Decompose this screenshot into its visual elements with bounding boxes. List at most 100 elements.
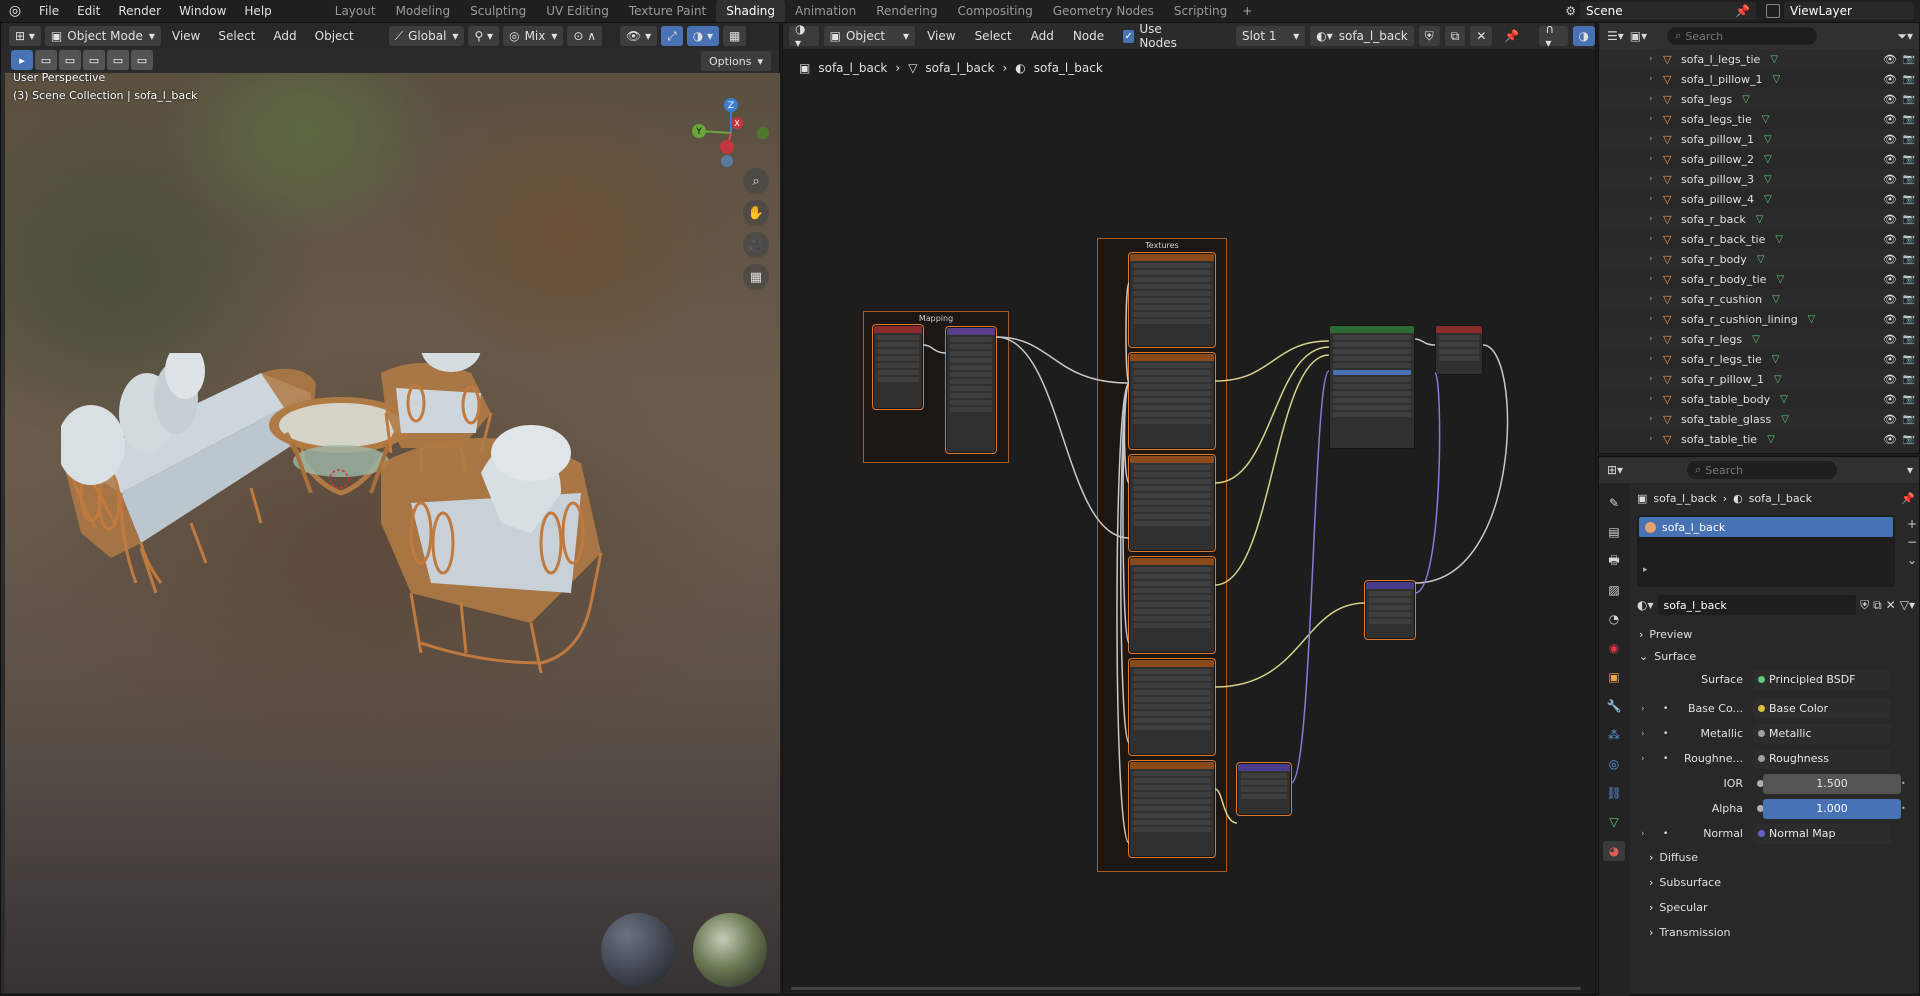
outliner[interactable]: ☰▾ ▣▾ ⌕ Search ⏷▾ › ▽ sofa_l_legs_tie ▽ 👁 📷 › ▽ s… [1598, 22, 1920, 454]
outliner-row[interactable]: › ▽ sofa_pillow_3 ▽ 👁 📷 [1599, 169, 1919, 189]
fake-user-icon[interactable]: ⛨ [1860, 598, 1869, 613]
render-tab-icon[interactable]: ▤ [1603, 522, 1625, 542]
breadcrumb-material[interactable]: sofa_l_back [1034, 61, 1103, 75]
camera-icon[interactable]: 🎥 [743, 232, 769, 258]
visibility-eye-icon[interactable]: 👁 [1883, 193, 1897, 206]
unlink-material-icon[interactable]: ✕ [1470, 26, 1493, 46]
view-layer-selector[interactable]: ViewLayer [1784, 2, 1914, 20]
mesh-data-icon[interactable]: ▽ [1773, 74, 1781, 85]
normal-field[interactable]: Normal Map [1753, 823, 1891, 844]
normal-map-node[interactable] [1236, 762, 1292, 816]
preview-panel-header[interactable]: › Preview [1633, 623, 1919, 645]
outliner-row[interactable]: › ▽ sofa_r_cushion_lining ▽ 👁 📷 [1599, 309, 1919, 329]
select-box-extend-icon[interactable]: ▭ [59, 50, 81, 70]
mesh-data-icon[interactable]: ▽ [1774, 374, 1782, 385]
outliner-row[interactable]: › ▽ sofa_table_body ▽ 👁 📷 [1599, 389, 1919, 409]
material-output-node[interactable] [1435, 325, 1483, 375]
menu-object[interactable]: Object [308, 29, 361, 43]
render-camera-icon[interactable]: 📷 [1903, 214, 1915, 225]
render-camera-icon[interactable]: 📷 [1903, 434, 1915, 445]
pin-icon[interactable]: 📌 [1901, 492, 1915, 505]
base-color-field[interactable]: Base Color [1753, 698, 1891, 719]
visibility-eye-icon[interactable]: 👁 [1883, 73, 1897, 86]
visibility-eye-icon[interactable]: 👁 [1883, 133, 1897, 146]
tab-layout[interactable]: Layout [325, 0, 386, 22]
expand-slot-list-icon[interactable]: ▸ [1643, 565, 1893, 575]
transmission-panel-header[interactable]: › Transmission [1643, 921, 1919, 943]
gizmo-toggle-icon[interactable]: ⤢ [661, 26, 683, 46]
select-box-intersect-icon[interactable]: ▭ [131, 50, 153, 70]
render-camera-icon[interactable]: 📷 [1903, 254, 1915, 265]
outliner-row[interactable]: › ▽ sofa_r_legs ▽ 👁 📷 [1599, 329, 1919, 349]
pin-icon[interactable]: 📌 [1497, 29, 1526, 43]
mesh-data-icon[interactable]: ▽ [1752, 334, 1760, 345]
render-camera-icon[interactable]: 📷 [1903, 154, 1915, 165]
subsurface-panel-header[interactable]: › Subsurface [1643, 871, 1919, 893]
metallic-field[interactable]: Metallic [1753, 723, 1891, 744]
visibility-icon[interactable]: 👁 ▾ [620, 26, 658, 46]
select-tool-icon[interactable]: ▸ [11, 50, 33, 70]
render-camera-icon[interactable]: 📷 [1903, 54, 1915, 65]
outliner-row[interactable]: › ▽ sofa_pillow_1 ▽ 👁 📷 [1599, 129, 1919, 149]
visibility-eye-icon[interactable]: 👁 [1883, 233, 1897, 246]
visibility-eye-icon[interactable]: 👁 [1883, 373, 1897, 386]
outliner-row[interactable]: › ▽ sofa_r_body ▽ 👁 📷 [1599, 249, 1919, 269]
shader-type-dropdown[interactable]: ▣ Object ▾ [823, 26, 916, 46]
overlay-toggle-icon[interactable]: ◑ ▾ [686, 26, 720, 46]
tab-uv-editing[interactable]: UV Editing [536, 0, 619, 22]
chevron-right-icon[interactable]: › [1641, 829, 1645, 839]
outliner-row[interactable]: › ▽ sofa_l_pillow_1 ▽ 👁 📷 [1599, 69, 1919, 89]
visibility-eye-icon[interactable]: 👁 [1883, 313, 1897, 326]
outliner-row[interactable]: › ▽ sofa_r_cushion ▽ 👁 📷 [1599, 289, 1919, 309]
chevron-right-icon[interactable]: › [1641, 754, 1645, 764]
chevron-right-icon[interactable]: › [1641, 704, 1645, 714]
chevron-right-icon[interactable]: › [1649, 214, 1663, 224]
material-name-field[interactable]: sofa_l_back [1657, 595, 1857, 615]
grid-ortho-icon[interactable]: ▦ [743, 264, 769, 290]
chevron-right-icon[interactable]: › [1649, 134, 1663, 144]
mapping-node[interactable] [945, 326, 997, 454]
node-canvas[interactable]: Mapping Textures [783, 83, 1595, 983]
chevron-right-icon[interactable]: › [1649, 174, 1663, 184]
visibility-eye-icon[interactable]: 👁 [1883, 213, 1897, 226]
surface-panel-header[interactable]: ⌄ Surface [1633, 645, 1919, 667]
tab-texture-paint[interactable]: Texture Paint [619, 0, 716, 22]
data-tab-icon[interactable]: ▽ [1603, 812, 1625, 832]
modifier-tab-icon[interactable]: 🔧 [1603, 696, 1625, 716]
image-texture-node-ao[interactable] [1128, 252, 1216, 348]
pan-hand-icon[interactable]: ✋ [743, 200, 769, 226]
mesh-data-icon[interactable]: ▽ [1772, 294, 1780, 305]
blender-logo-icon[interactable]: ◎ [0, 3, 30, 19]
alpha-field[interactable]: 1.000 [1763, 798, 1901, 819]
mesh-data-icon[interactable]: ▽ [1808, 314, 1816, 325]
chevron-right-icon[interactable]: › [1649, 394, 1663, 404]
principled-bsdf-node[interactable] [1329, 325, 1415, 449]
mesh-data-icon[interactable]: ▽ [1772, 354, 1780, 365]
select-box-invert-icon[interactable]: ▭ [107, 50, 129, 70]
editor-type-icon[interactable]: ⊞▾ [1607, 463, 1623, 477]
visibility-eye-icon[interactable]: 👁 [1883, 333, 1897, 346]
visibility-eye-icon[interactable]: 👁 [1883, 253, 1897, 266]
object-tab-icon[interactable]: ▣ [1603, 667, 1625, 687]
view-layer-tab-icon[interactable]: ▨ [1603, 580, 1625, 600]
visibility-eye-icon[interactable]: 👁 [1883, 413, 1897, 426]
outliner-row[interactable]: › ▽ sofa_table_glass ▽ 👁 📷 [1599, 409, 1919, 429]
particles-tab-icon[interactable]: ⁂ [1603, 725, 1625, 745]
render-camera-icon[interactable]: 📷 [1903, 374, 1915, 385]
chevron-right-icon[interactable]: › [1649, 274, 1663, 284]
mesh-data-icon[interactable]: ▽ [1764, 134, 1772, 145]
material-slot-item[interactable]: sofa_l_back [1639, 517, 1893, 537]
visibility-eye-icon[interactable]: 👁 [1883, 53, 1897, 66]
menu-add[interactable]: Add [1024, 29, 1061, 43]
select-box-new-icon[interactable]: ▭ [35, 50, 57, 70]
scene-selector[interactable]: Scene 📌 [1580, 2, 1756, 20]
render-camera-icon[interactable]: 📷 [1903, 194, 1915, 205]
pin-icon[interactable]: 📌 [1735, 4, 1750, 18]
outliner-row[interactable]: › ▽ sofa_pillow_2 ▽ 👁 📷 [1599, 149, 1919, 169]
add-workspace-icon[interactable]: + [1237, 0, 1257, 22]
mesh-data-icon[interactable]: ▽ [1775, 234, 1783, 245]
editor-type-button[interactable]: ⊞ ▾ [9, 26, 41, 46]
menu-select[interactable]: Select [968, 29, 1019, 43]
armchair-front[interactable] [381, 425, 603, 674]
material-selector[interactable]: ◐▾ sofa_l_back [1310, 26, 1414, 46]
